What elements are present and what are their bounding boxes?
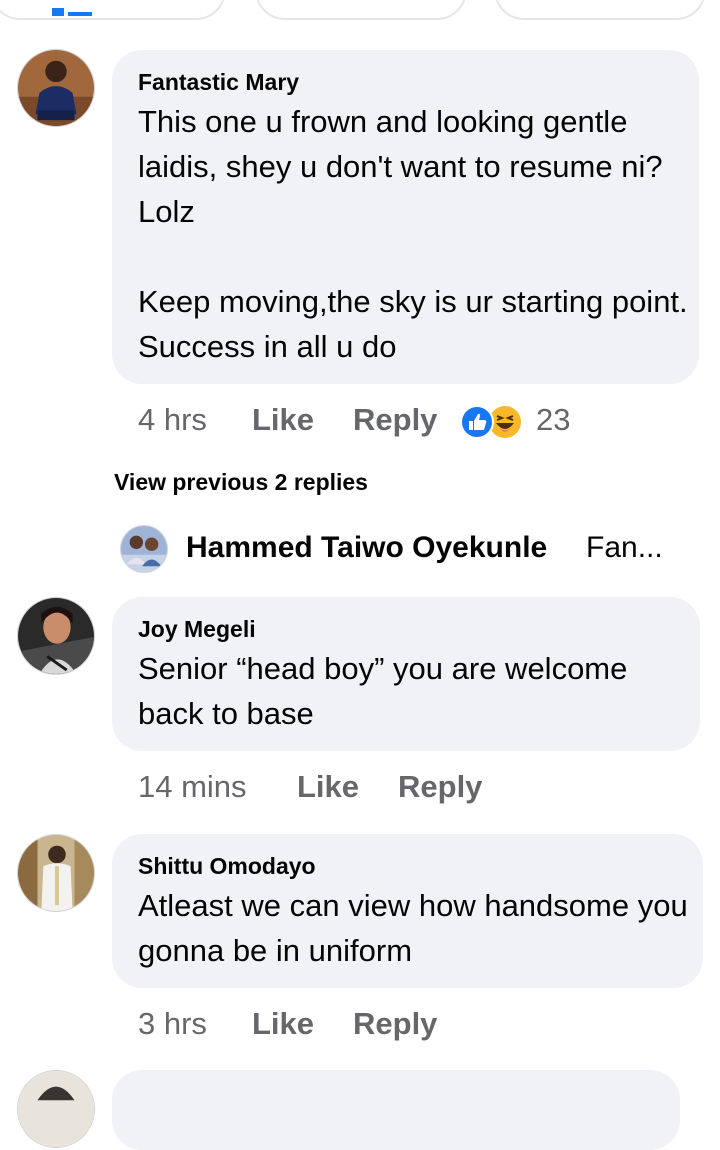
avatar[interactable] (17, 597, 95, 675)
comment-text: Atleast we can view how handsome you gon… (138, 888, 697, 968)
comment-bubble[interactable] (112, 1070, 680, 1150)
like-reaction-icon (460, 405, 494, 439)
comment-bubble[interactable]: Shittu Omodayo Atleast we can view how h… (112, 834, 703, 988)
reply-preview: Fan... (586, 531, 663, 564)
reaction-summary[interactable]: 23 (460, 402, 580, 440)
comment-author[interactable]: Shittu Omodayo (138, 853, 316, 880)
like-button[interactable]: Like (252, 402, 314, 438)
reply-button[interactable]: Reply (353, 1006, 437, 1042)
avatar-photo-icon (121, 526, 167, 572)
avatar[interactable] (17, 49, 95, 127)
reply-button[interactable]: Reply (353, 402, 437, 438)
like-button[interactable]: Like (252, 1006, 314, 1042)
comment-timestamp: 4 hrs (138, 402, 207, 437)
top-action-pill-2[interactable] (255, 0, 467, 20)
comment-author[interactable]: Joy Megeli (138, 616, 256, 643)
avatar[interactable] (17, 1070, 95, 1148)
reply-button[interactable]: Reply (398, 769, 482, 805)
comment-text: This one u frown and looking gentle laid… (138, 104, 688, 364)
avatar-photo-icon (18, 1071, 94, 1147)
comment-timestamp: 14 mins (138, 769, 247, 804)
comment-bubble[interactable]: Joy Megeli Senior “head boy” you are wel… (112, 597, 700, 751)
comment-bubble[interactable]: Fantastic Mary This one u frown and look… (112, 50, 699, 384)
comment-timestamp: 3 hrs (138, 1006, 207, 1041)
comment-author[interactable]: Fantastic Mary (138, 69, 299, 96)
avatar[interactable] (120, 525, 168, 573)
like-button[interactable]: Like (297, 769, 359, 805)
reaction-count: 23 (536, 402, 571, 437)
avatar-photo-icon (18, 835, 94, 911)
avatar-photo-icon (18, 50, 94, 126)
avatar-photo-icon (18, 598, 94, 674)
view-previous-replies-link[interactable]: View previous 2 replies (114, 469, 368, 496)
reply-author[interactable]: Hammed Taiwo Oyekunle (186, 531, 547, 565)
comment-text: Senior “head boy” you are welcome back t… (138, 651, 636, 731)
top-action-pill-1[interactable] (0, 0, 226, 20)
action-icon (52, 8, 92, 16)
top-action-pill-3[interactable] (494, 0, 706, 20)
avatar[interactable] (17, 834, 95, 912)
